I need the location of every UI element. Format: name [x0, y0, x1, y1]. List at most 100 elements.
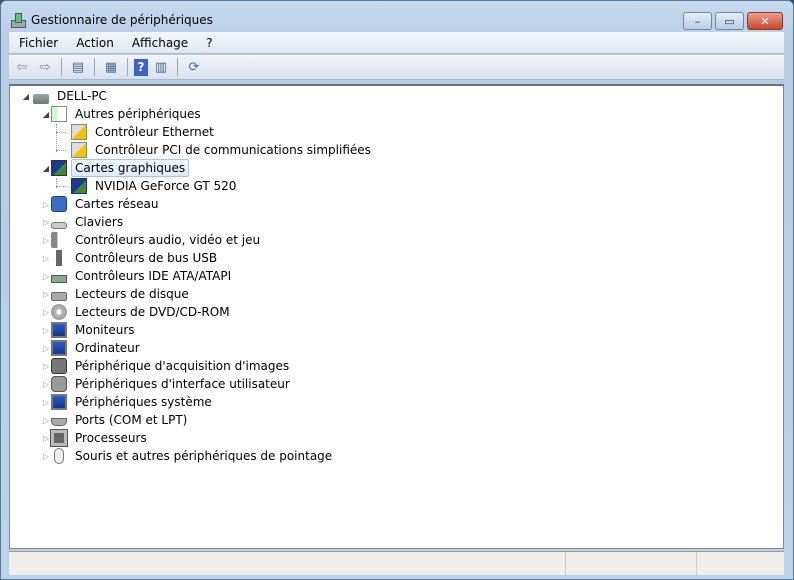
- tree-item[interactable]: Moniteurs: [51, 321, 139, 339]
- dvd-icon: [51, 304, 67, 320]
- usb-icon: [56, 250, 62, 266]
- tree-item[interactable]: Ports (COM et LPT): [51, 411, 191, 429]
- tree-item[interactable]: Lecteurs de disque: [51, 285, 193, 303]
- display-adapter-icon: [51, 160, 67, 176]
- expand-arrow-icon[interactable]: ▷: [41, 249, 51, 267]
- expand-arrow-icon[interactable]: ▷: [41, 267, 51, 285]
- disk-icon: [51, 292, 67, 301]
- display-adapter-icon: [71, 178, 87, 194]
- tree-item-label: Périphériques d'interface utilisateur: [75, 377, 290, 391]
- back-button[interactable]: ⇦: [12, 57, 32, 77]
- port-icon: [51, 417, 67, 426]
- toolbar-separator: [127, 58, 128, 76]
- properties-button[interactable]: ▦: [101, 57, 121, 77]
- tree-item[interactable]: Lecteurs de DVD/CD-ROM: [51, 303, 234, 321]
- tree-connector: [56, 124, 57, 152]
- tree-item[interactable]: Cartes graphiques: [51, 159, 190, 177]
- tree-item[interactable]: Contrôleurs IDE ATA/ATAPI: [51, 267, 235, 285]
- toolbar-separator: [61, 58, 62, 76]
- mouse-icon: [54, 448, 64, 464]
- menu-action[interactable]: Action: [66, 36, 122, 50]
- tree-item[interactable]: Cartes réseau: [51, 195, 162, 213]
- minimize-button[interactable]: –: [683, 12, 712, 30]
- expand-arrow-icon[interactable]: ▷: [41, 357, 51, 375]
- device-manager-window: Gestionnaire de périphériques – ▭ ✕ Fich…: [0, 0, 794, 580]
- expand-arrow-icon[interactable]: ▷: [41, 429, 51, 447]
- tree-connector: [56, 132, 66, 133]
- window-title: Gestionnaire de périphériques: [31, 13, 213, 27]
- expand-arrow-icon[interactable]: ▷: [41, 285, 51, 303]
- tree-item-label: Contrôleurs de bus USB: [75, 251, 218, 265]
- tree-item-label: Lecteurs de disque: [75, 287, 189, 301]
- expand-arrow-icon[interactable]: ▷: [41, 339, 51, 357]
- scan-hardware-button[interactable]: ⟳: [184, 57, 204, 77]
- tree-item[interactable]: Contrôleurs de bus USB: [51, 249, 221, 267]
- close-button[interactable]: ✕: [747, 12, 783, 30]
- tree-item[interactable]: Contrôleurs audio, vidéo et jeu: [51, 231, 264, 249]
- expand-arrow-icon[interactable]: ▷: [41, 231, 51, 249]
- expand-arrow-icon[interactable]: ▷: [41, 303, 51, 321]
- tree-item-label: Contrôleur PCI de communications simplif…: [95, 143, 371, 157]
- tree-item-label: Autres périphériques: [75, 107, 201, 121]
- expand-arrow-icon[interactable]: ▷: [41, 195, 51, 213]
- tree-connector: [56, 150, 66, 151]
- status-pane-2: [566, 552, 697, 575]
- tree-item[interactable]: Ordinateur: [51, 339, 144, 357]
- tree-item[interactable]: DELL-PC: [33, 87, 111, 105]
- hid-icon: [51, 376, 67, 392]
- network-icon: [51, 196, 67, 212]
- help-button[interactable]: ?: [134, 58, 148, 76]
- menu-help[interactable]: ?: [196, 36, 220, 50]
- tree-item-label: Contrôleur Ethernet: [95, 125, 214, 139]
- status-pane-3: [697, 552, 784, 575]
- tree-item-label: Processeurs: [75, 431, 147, 445]
- tree-item[interactable]: Contrôleur PCI de communications simplif…: [71, 141, 375, 159]
- tree-item[interactable]: NVIDIA GeForce GT 520: [71, 177, 240, 195]
- menu-fichier[interactable]: Fichier: [9, 36, 66, 50]
- show-action-pane-button[interactable]: ▥: [151, 57, 171, 77]
- maximize-button[interactable]: ▭: [715, 12, 744, 30]
- tree-item[interactable]: Périphérique d'acquisition d'images: [51, 357, 293, 375]
- tree-item-label: Périphériques système: [75, 395, 212, 409]
- show-hide-console-tree-button[interactable]: ▤: [68, 57, 88, 77]
- toolbar: ⇦ ⇨ ▤ ▦? ▥ ⟳: [9, 55, 784, 80]
- ide-icon: [51, 274, 67, 283]
- tree-item-label: Ports (COM et LPT): [75, 413, 188, 427]
- expand-arrow-icon[interactable]: ▷: [41, 321, 51, 339]
- warning-device-icon: [71, 124, 87, 140]
- collapse-arrow-icon[interactable]: ◢: [21, 87, 31, 105]
- tree-item[interactable]: Périphériques d'interface utilisateur: [51, 375, 294, 393]
- tree-item-label: Contrôleurs IDE ATA/ATAPI: [75, 269, 232, 283]
- status-pane-main: [9, 552, 566, 575]
- expand-arrow-icon[interactable]: ▷: [41, 447, 51, 465]
- collapse-arrow-icon[interactable]: ◢: [41, 159, 51, 177]
- tree-item[interactable]: Claviers: [51, 213, 127, 231]
- expand-arrow-icon[interactable]: ▷: [41, 375, 51, 393]
- tree-item[interactable]: Souris et autres périphériques de pointa…: [51, 447, 336, 465]
- tree-item-label: Ordinateur: [75, 341, 140, 355]
- monitor-icon: [51, 322, 67, 338]
- warning-device-icon: [71, 142, 87, 158]
- tree-item[interactable]: Contrôleur Ethernet: [71, 123, 218, 141]
- menu-affichage[interactable]: Affichage: [122, 36, 196, 50]
- tree-item[interactable]: Autres périphériques: [51, 105, 205, 123]
- tree-item[interactable]: Périphériques système: [51, 393, 216, 411]
- unknown-device-icon: [51, 106, 67, 122]
- tree-item-label: Contrôleurs audio, vidéo et jeu: [75, 233, 261, 247]
- tree-item-label: Lecteurs de DVD/CD-ROM: [75, 305, 230, 319]
- expand-arrow-icon[interactable]: ▷: [41, 213, 51, 231]
- tree-item[interactable]: Processeurs: [50, 429, 151, 447]
- menu-bar: Fichier Action Affichage ?: [9, 32, 784, 54]
- toolbar-separator: [94, 58, 95, 76]
- expand-arrow-icon[interactable]: ▷: [41, 393, 51, 411]
- computer-icon: [33, 93, 49, 104]
- expand-arrow-icon[interactable]: ▷: [41, 411, 51, 429]
- tree-item-label: Cartes réseau: [75, 197, 159, 211]
- tree-item-label: Claviers: [75, 215, 124, 229]
- tree-item-label: Périphérique d'acquisition d'images: [75, 359, 290, 373]
- collapse-arrow-icon[interactable]: ◢: [41, 105, 51, 123]
- device-manager-icon: [9, 13, 26, 28]
- tree-connector: [56, 186, 66, 187]
- forward-button[interactable]: ⇨: [35, 57, 55, 77]
- tree-item-label: Souris et autres périphériques de pointa…: [75, 449, 333, 463]
